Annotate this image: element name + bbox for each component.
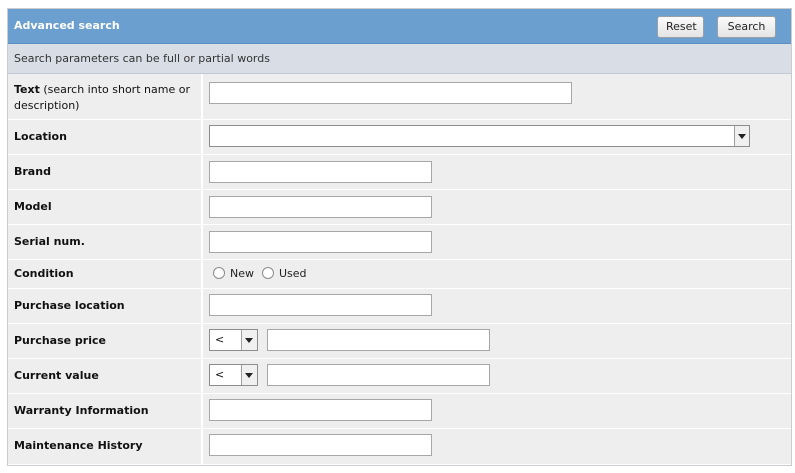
row-serial: Serial num.: [8, 225, 791, 260]
location-select[interactable]: [209, 125, 750, 147]
row-model: Model: [8, 190, 791, 225]
search-notice: Search parameters can be full or partial…: [8, 44, 791, 74]
purchase-price-input[interactable]: [267, 329, 490, 351]
serial-label: Serial num.: [14, 235, 85, 248]
panel-title: Advanced search: [14, 19, 120, 32]
notice-text: Search parameters can be full or partial…: [14, 52, 270, 65]
row-purchase-price: Purchase price <: [8, 324, 791, 359]
condition-used-radio[interactable]: [262, 267, 274, 279]
current-value-operator-select[interactable]: <: [209, 364, 258, 386]
purchase-price-operator-select[interactable]: <: [209, 329, 258, 351]
text-label: Text (search into short name or descript…: [14, 83, 190, 112]
brand-input[interactable]: [209, 161, 432, 183]
advanced-search-panel: Advanced search Reset Search Search para…: [7, 8, 792, 466]
search-button[interactable]: Search: [717, 16, 776, 38]
panel-header: Advanced search Reset Search: [8, 9, 791, 44]
row-maintenance: Maintenance History: [8, 429, 791, 464]
condition-used-label[interactable]: Used: [279, 267, 307, 280]
maintenance-label: Maintenance History: [14, 439, 143, 452]
current-value-label: Current value: [14, 369, 99, 382]
condition-new-radio[interactable]: [213, 267, 225, 279]
model-label: Model: [14, 200, 52, 213]
row-text: Text (search into short name or descript…: [8, 74, 791, 120]
current-value-input[interactable]: [267, 364, 490, 386]
purchase-location-input[interactable]: [209, 294, 432, 316]
maintenance-input[interactable]: [209, 434, 432, 456]
serial-input[interactable]: [209, 231, 432, 253]
chevron-down-icon: [734, 126, 749, 146]
warranty-input[interactable]: [209, 399, 432, 421]
condition-new-label[interactable]: New: [230, 267, 254, 280]
row-brand: Brand: [8, 155, 791, 190]
row-location: Location: [8, 120, 791, 155]
purchase-price-label: Purchase price: [14, 334, 106, 347]
location-label: Location: [14, 130, 67, 143]
warranty-label: Warranty Information: [14, 404, 149, 417]
model-input[interactable]: [209, 196, 432, 218]
chevron-down-icon: [241, 330, 257, 350]
row-condition: Condition New Used: [8, 260, 791, 289]
row-purchase-location: Purchase location: [8, 289, 791, 324]
purchase-location-label: Purchase location: [14, 299, 125, 312]
brand-label: Brand: [14, 165, 51, 178]
chevron-down-icon: [241, 365, 257, 385]
text-search-input[interactable]: [209, 82, 572, 104]
condition-label: Condition: [14, 267, 74, 280]
reset-button[interactable]: Reset: [657, 16, 704, 38]
row-warranty: Warranty Information: [8, 394, 791, 429]
row-current-value: Current value <: [8, 359, 791, 394]
